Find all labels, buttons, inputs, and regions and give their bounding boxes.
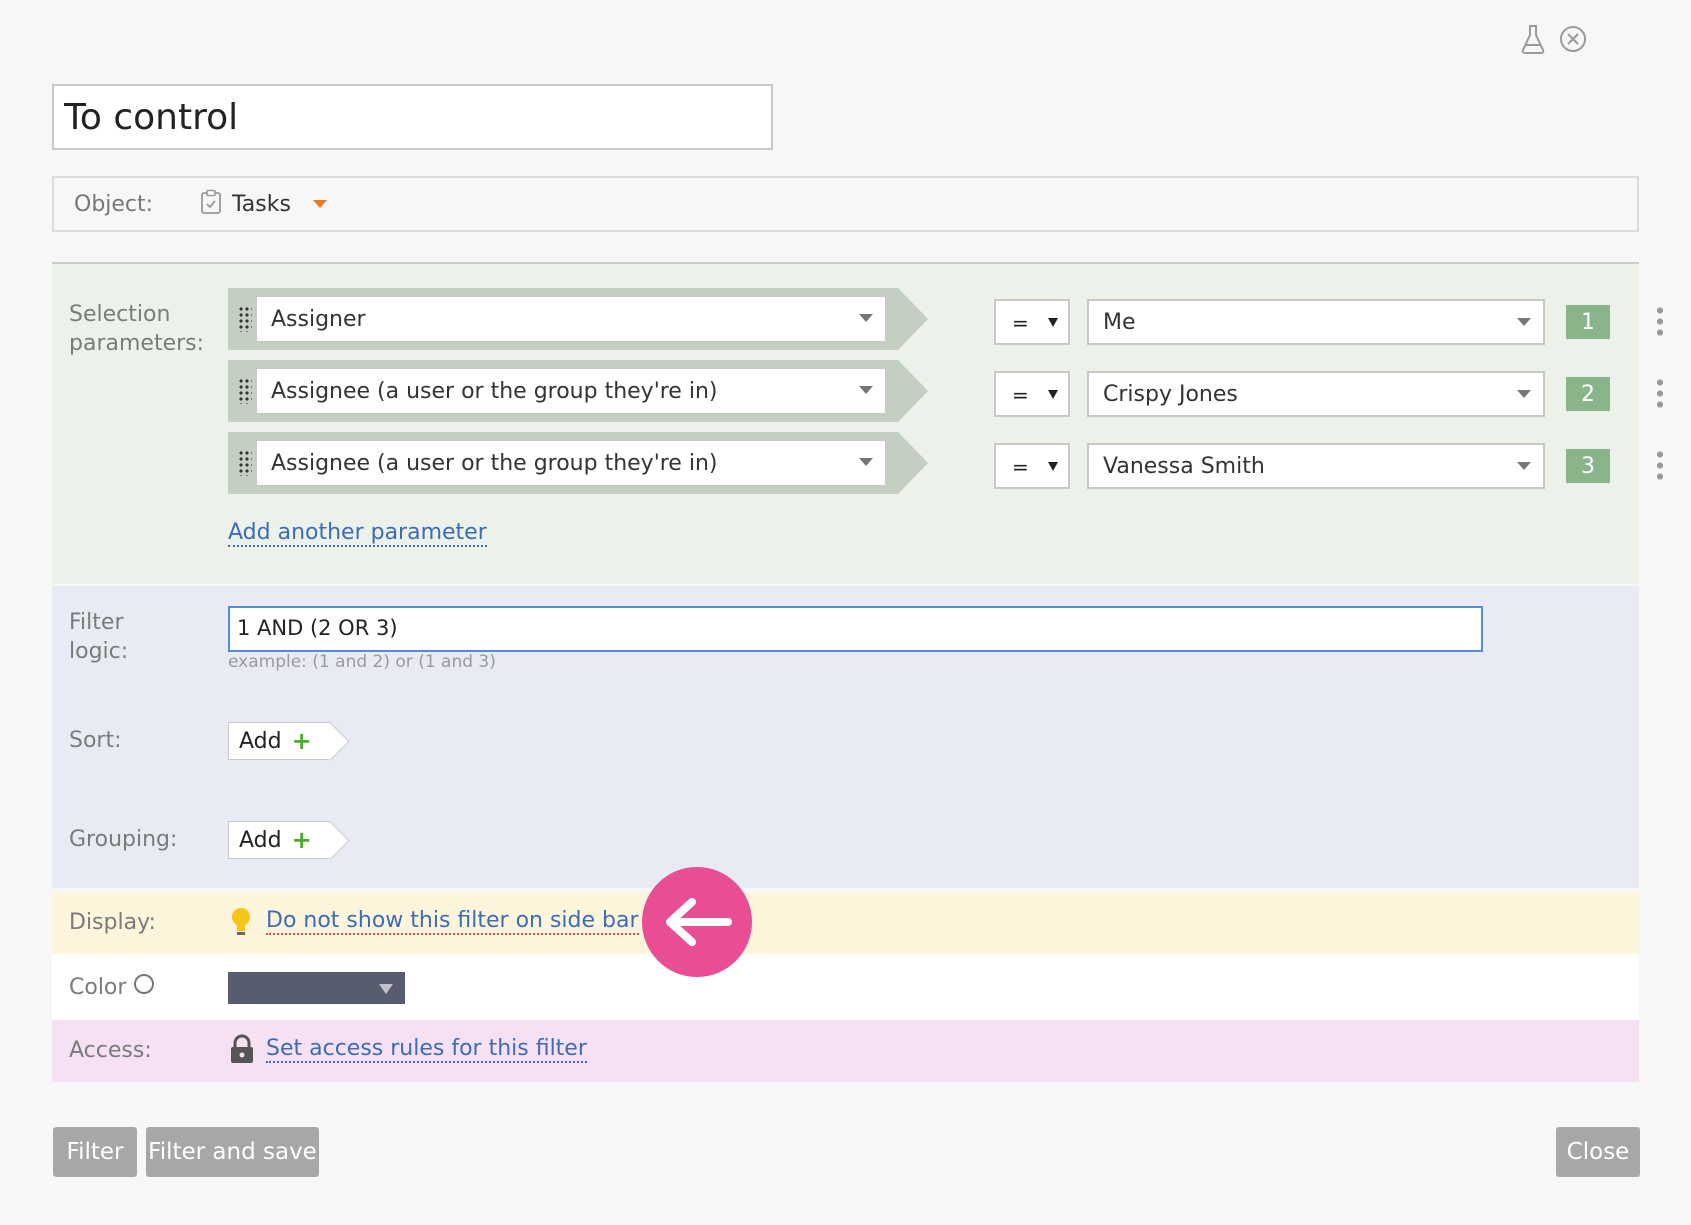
plus-icon: +: [291, 727, 312, 755]
sort-label: Sort:: [69, 728, 122, 753]
param-field-select[interactable]: Assigner: [256, 296, 886, 342]
param-field-select[interactable]: Assignee (a user or the group they're in…: [256, 440, 886, 486]
access-section: Access: Set access rules for this filter: [52, 1020, 1639, 1082]
filter-title-input[interactable]: [52, 84, 773, 150]
access-rules-link[interactable]: Set access rules for this filter: [266, 1036, 587, 1063]
object-bar: Object: Tasks: [52, 176, 1639, 232]
object-value: Tasks: [232, 191, 291, 217]
operator-select[interactable]: =: [994, 371, 1070, 417]
close-button[interactable]: Close: [1556, 1127, 1640, 1177]
param-row: Assignee (a user or the group they're in…: [228, 432, 1668, 494]
param-row: Assigner = Me 1: [228, 288, 1668, 350]
flask-icon[interactable]: [1518, 24, 1548, 54]
chevron-down-icon: [1048, 390, 1058, 399]
add-parameter-link[interactable]: Add another parameter: [228, 520, 487, 547]
operator-select[interactable]: =: [994, 443, 1070, 489]
drag-handle-icon[interactable]: [238, 306, 252, 332]
selection-label: Selection parameters:: [69, 302, 205, 356]
chevron-down-icon: [1048, 462, 1058, 471]
more-options-icon[interactable]: [1652, 305, 1668, 339]
filter-and-save-button[interactable]: Filter and save: [146, 1127, 319, 1177]
chevron-down-icon: [1048, 318, 1058, 327]
display-label: Display:: [69, 910, 156, 935]
filter-logic-input[interactable]: 1 AND (2 OR 3): [228, 606, 1483, 652]
drag-handle-icon[interactable]: [238, 378, 252, 404]
access-label: Access:: [69, 1038, 152, 1063]
logic-section: Filter logic: 1 AND (2 OR 3) example: (1…: [52, 586, 1639, 888]
operator-select[interactable]: =: [994, 299, 1070, 345]
selection-section: Selection parameters: Assigner = Me 1 As…: [52, 262, 1668, 584]
chevron-down-icon: [1517, 390, 1531, 398]
hide-from-sidebar-link[interactable]: Do not show this filter on side bar: [266, 908, 639, 935]
chevron-down-icon: [379, 984, 393, 994]
grouping-label: Grouping:: [69, 827, 178, 852]
add-sort-button[interactable]: Add +: [228, 722, 330, 760]
chevron-down-icon: [859, 458, 873, 466]
filter-logic-hint: example: (1 and 2) or (1 and 3): [228, 652, 496, 672]
more-options-icon[interactable]: [1652, 449, 1668, 483]
chevron-down-icon: [1517, 318, 1531, 326]
filter-logic-label: Filter logic:: [69, 610, 129, 664]
color-select[interactable]: [228, 972, 405, 1004]
chevron-down-icon: [1517, 462, 1531, 470]
param-value-select[interactable]: Crispy Jones: [1087, 371, 1545, 417]
chevron-down-icon: [859, 386, 873, 394]
arrow-left-icon: [642, 867, 752, 977]
display-section: Display: Do not show this filter on side…: [52, 892, 1639, 954]
color-radio[interactable]: [134, 974, 154, 994]
plus-icon: +: [291, 826, 312, 854]
color-section: Color: [52, 954, 1639, 1020]
param-field-select[interactable]: Assignee (a user or the group they're in…: [256, 368, 886, 414]
clipboard-icon: [200, 189, 222, 219]
param-value-select[interactable]: Vanessa Smith: [1087, 443, 1545, 489]
more-options-icon[interactable]: [1652, 377, 1668, 411]
color-label: Color: [69, 975, 127, 1000]
chevron-down-icon: [312, 200, 327, 208]
param-index-badge: 3: [1566, 449, 1610, 483]
filter-button[interactable]: Filter: [53, 1127, 137, 1177]
add-grouping-button[interactable]: Add +: [228, 821, 330, 859]
lightbulb-icon: [230, 906, 252, 942]
param-value-select[interactable]: Me: [1087, 299, 1545, 345]
chevron-down-icon: [859, 314, 873, 322]
object-label: Object:: [74, 191, 154, 217]
lock-icon: [228, 1034, 256, 1068]
close-circle-icon[interactable]: [1558, 24, 1588, 54]
drag-handle-icon[interactable]: [238, 450, 252, 476]
param-row: Assignee (a user or the group they're in…: [228, 360, 1668, 422]
param-index-badge: 1: [1566, 305, 1610, 339]
object-select[interactable]: Tasks: [200, 189, 327, 219]
param-index-badge: 2: [1566, 377, 1610, 411]
